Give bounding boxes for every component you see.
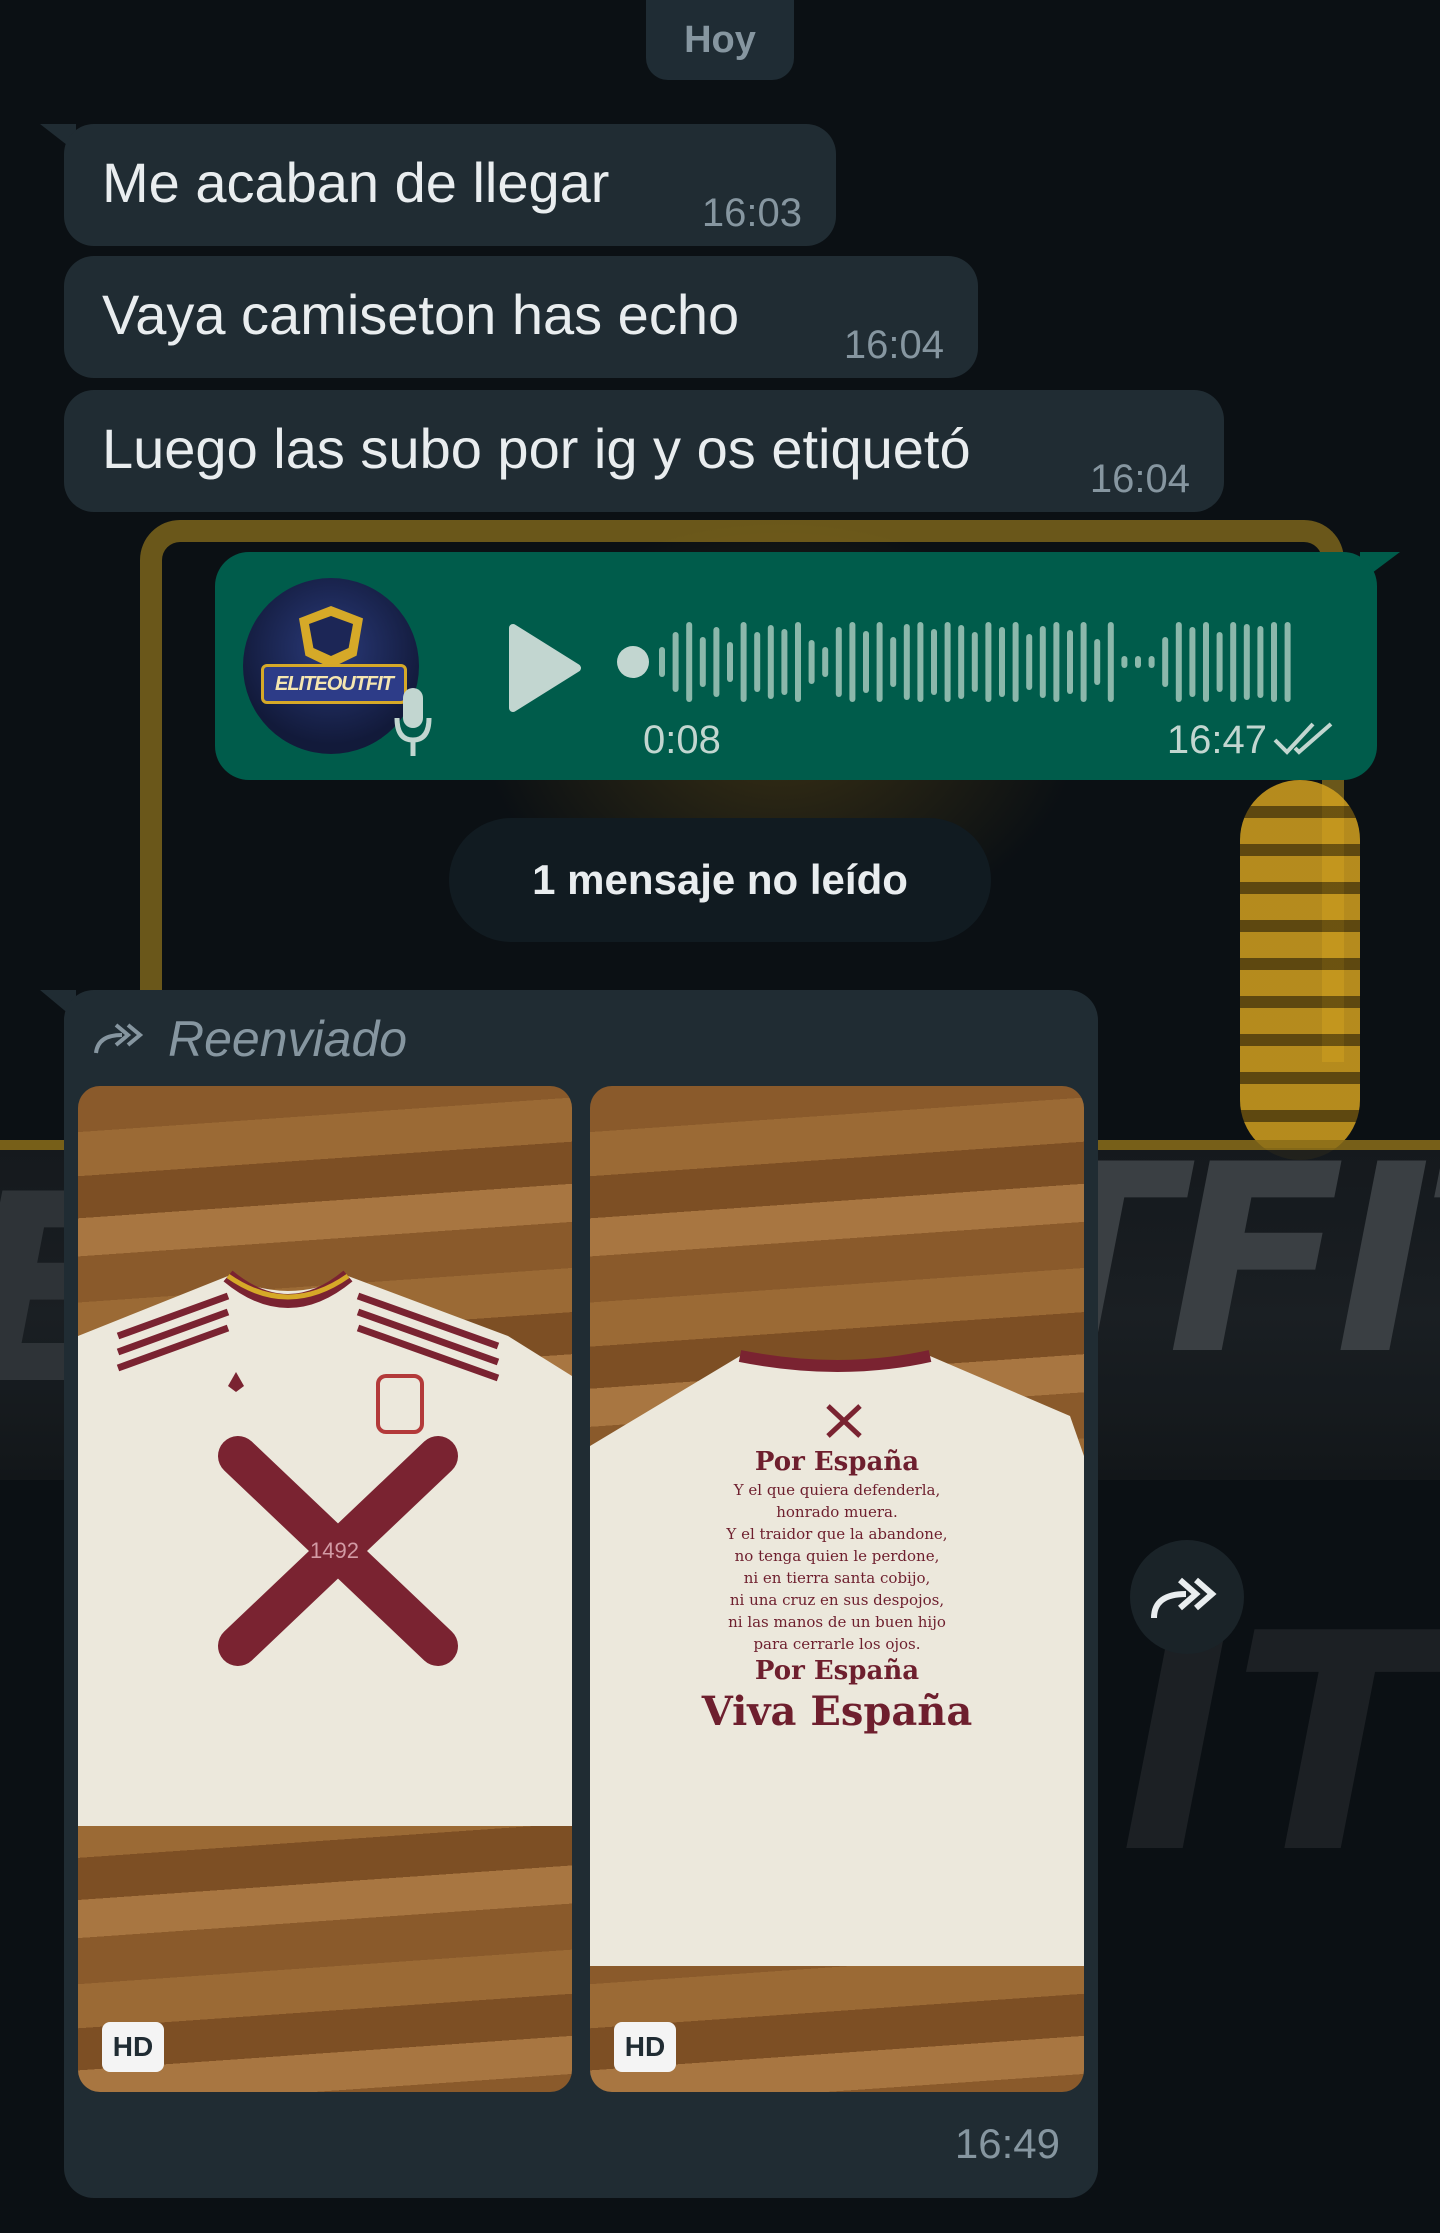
wallpaper-snake-coil — [1240, 780, 1360, 1160]
forward-icon — [1151, 1577, 1217, 1619]
voice-duration: 0:08 — [643, 718, 721, 762]
waveform-bar — [917, 622, 924, 702]
waveform-bar — [686, 622, 693, 702]
image-thumbnail-shirt-back[interactable]: Por España Y el que quiera defenderla, hon… — [590, 1086, 1084, 2092]
waveform-bar — [890, 637, 897, 687]
waveform-bar — [1135, 656, 1141, 668]
waveform-bar — [1175, 622, 1182, 702]
waveform-bar — [1162, 637, 1169, 687]
shirt-back-line: para cerrarle los ojos. — [753, 1635, 921, 1653]
message-text: Me acaban de llegar — [102, 151, 610, 214]
audio-waveform[interactable] — [617, 612, 1297, 712]
incoming-message[interactable]: Vaya camiseton has echo 16:04 — [64, 256, 978, 378]
image-thumbnail-shirt-front[interactable]: 1492 HD — [78, 1086, 572, 2092]
microphone-icon — [394, 688, 432, 756]
hd-badge: HD — [614, 2022, 676, 2072]
waveform-bar — [931, 629, 937, 695]
shirt-back-line: Por España — [754, 1447, 920, 1477]
message-text: Vaya camiseton has echo — [102, 283, 740, 346]
shirt-back-line: ni una cruz en sus despojos, — [729, 1591, 945, 1609]
message-time: 16:49 — [954, 2120, 1060, 2167]
forward-button[interactable] — [1130, 1540, 1244, 1654]
waveform-bar — [903, 624, 910, 700]
waveform-bar — [863, 631, 869, 693]
shirt-back-line: ni en tierra santa cobijo, — [743, 1569, 931, 1587]
waveform-bar — [1053, 622, 1060, 702]
waveform-bar — [781, 629, 788, 695]
waveform-bar — [1243, 624, 1250, 700]
waveform-bar — [808, 640, 815, 684]
hd-badge: HD — [102, 2022, 164, 2072]
shirt-back-line: no tenga quien le perdone, — [734, 1547, 940, 1565]
shirt-back-line: Viva España — [701, 1688, 973, 1735]
waveform-bar — [1230, 622, 1237, 702]
waveform-bar — [740, 622, 747, 702]
waveform-bar — [999, 627, 1005, 697]
waveform-bar — [727, 642, 733, 682]
waveform-scrubber[interactable] — [617, 646, 649, 678]
shirt-number: 1492 — [310, 1538, 359, 1563]
waveform-bar — [795, 622, 801, 702]
message-time: 16:04 — [843, 323, 944, 367]
waveform-bar — [835, 627, 842, 697]
waveform-bar — [958, 625, 965, 699]
waveform-bar — [699, 637, 706, 687]
waveform-bar — [754, 632, 761, 692]
forwarded-text: Reenviado — [168, 1011, 408, 1067]
incoming-message[interactable]: Luego las subo por ig y os etiquetó 16:0… — [64, 390, 1224, 512]
play-icon[interactable] — [505, 620, 585, 716]
shirt-back-text: Por España Y el que quiera defenderla, hon… — [590, 1446, 1084, 1735]
shirt-back-line: Y el que quiera defenderla, — [733, 1481, 941, 1499]
message-time: 16:04 — [1089, 457, 1190, 501]
message-time: 16:47 — [1166, 718, 1267, 762]
waveform-bar — [1094, 639, 1101, 685]
double-check-icon — [1273, 722, 1333, 755]
waveform-bar — [1080, 622, 1087, 702]
waveform-bar — [944, 622, 951, 702]
outgoing-voice-message[interactable]: ELITEOUTFIT 0:08 16:47 — [215, 552, 1377, 780]
unread-messages-divider: 1 mensaje no leído — [449, 818, 991, 942]
avatar-logo-text: ELITEOUTFIT — [261, 664, 407, 704]
waveform-bar — [876, 622, 883, 702]
waveform-bar — [1107, 622, 1114, 702]
waveform-bar — [822, 647, 829, 677]
shirt-back-line: Por España — [754, 1656, 920, 1686]
forwarded-icon — [94, 1023, 144, 1054]
waveform-bar — [1148, 656, 1155, 668]
shirt-back-line: Y el traidor que la abandone, — [726, 1525, 948, 1543]
forwarded-label: Reenviado — [92, 1010, 407, 1068]
incoming-message[interactable]: Me acaban de llegar 16:03 — [64, 124, 836, 246]
date-divider: Hoy — [646, 0, 794, 80]
waveform-bar — [1039, 626, 1046, 698]
shirt-back-line: ni las manos de un buen hijo — [728, 1613, 946, 1631]
message-text: Luego las subo por ig y os etiquetó — [102, 417, 971, 480]
waveform-bar — [1271, 622, 1277, 702]
waveform-bar — [1257, 626, 1264, 698]
waveform-bar — [1121, 656, 1128, 668]
waveform-bar — [659, 647, 665, 677]
waveform-bar — [1284, 622, 1291, 702]
waveform-bar — [713, 627, 720, 697]
waveform-bar — [1012, 622, 1019, 702]
waveform-bar — [1203, 622, 1209, 702]
waveform-bar — [1216, 632, 1223, 692]
message-time: 16:03 — [701, 191, 802, 235]
shirt-front-image: 1492 — [78, 1270, 572, 1826]
forwarded-image-message[interactable]: Reenviado 1492 HD Por España Y el que qui… — [64, 990, 1098, 2198]
waveform-bar — [767, 625, 774, 699]
waveform-bar — [849, 622, 856, 702]
waveform-bar — [985, 622, 992, 702]
waveform-bar — [672, 632, 679, 692]
waveform-bar — [971, 632, 978, 692]
shirt-back-line: honrado muera. — [776, 1503, 898, 1521]
waveform-bar — [1067, 630, 1073, 694]
waveform-bar — [1026, 634, 1033, 690]
waveform-bar — [1189, 627, 1196, 697]
